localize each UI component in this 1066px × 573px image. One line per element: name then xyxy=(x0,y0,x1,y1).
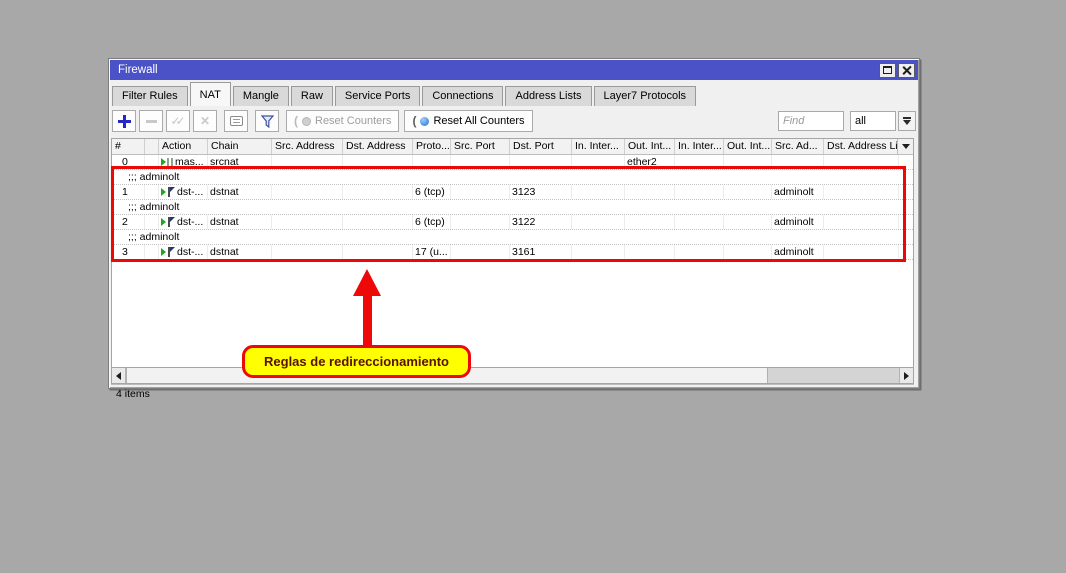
column-header-chain[interactable]: Chain xyxy=(208,139,272,154)
reset-all-counters-ball-icon xyxy=(420,117,429,126)
column-header-dst-address[interactable]: Dst. Address xyxy=(343,139,413,154)
scroll-right-button[interactable] xyxy=(899,368,913,383)
scroll-right-icon xyxy=(904,372,909,380)
window-title: Firewall xyxy=(118,64,877,76)
column-header-src-address[interactable]: Src. Address xyxy=(272,139,343,154)
toolbar: ✓✓ ✕ ( Reset Counters ( Reset All Counte… xyxy=(112,107,916,135)
reset-all-counters-label: Reset All Counters xyxy=(433,115,524,127)
column-header-out-interface-list[interactable]: Out. Int... xyxy=(724,139,772,154)
scroll-left-icon xyxy=(116,372,121,380)
column-header-out-interface[interactable]: Out. Int... xyxy=(625,139,675,154)
tabstrip: Filter Rules NAT Mangle Raw Service Port… xyxy=(112,82,916,106)
maximize-icon xyxy=(883,66,892,74)
tab-address-lists[interactable]: Address Lists xyxy=(505,86,591,106)
reset-all-counters-icon: ( xyxy=(412,114,416,128)
reset-counters-icon: ( xyxy=(294,114,298,128)
annotation-callout: Reglas de redireccionamiento xyxy=(242,345,471,378)
tab-mangle[interactable]: Mangle xyxy=(233,86,289,106)
tab-connections[interactable]: Connections xyxy=(422,86,503,106)
titlebar[interactable]: Firewall xyxy=(110,60,918,80)
minus-icon xyxy=(146,120,157,123)
table-header: # Action Chain Src. Address Dst. Address… xyxy=(112,139,913,155)
reset-all-counters-button[interactable]: ( Reset All Counters xyxy=(404,110,532,132)
filter-dropdown-button[interactable] xyxy=(898,111,916,131)
tab-nat[interactable]: NAT xyxy=(190,82,231,106)
reset-counters-button[interactable]: ( Reset Counters xyxy=(286,110,399,132)
column-header-action[interactable]: Action xyxy=(159,139,208,154)
filter-select[interactable]: all xyxy=(850,111,896,131)
double-check-icon: ✓✓ xyxy=(170,114,185,128)
masquerade-icon xyxy=(161,158,166,166)
column-header-number[interactable]: # xyxy=(112,139,145,154)
comment-button[interactable] xyxy=(224,110,248,132)
column-header-in-interface-list[interactable]: In. Inter... xyxy=(675,139,724,154)
annotation-arrow-shaft xyxy=(363,293,372,350)
cross-icon: ✕ xyxy=(200,114,210,128)
column-header-dst-port[interactable]: Dst. Port xyxy=(510,139,572,154)
column-header-src-address-list[interactable]: Src. Ad... xyxy=(772,139,824,154)
maximize-button[interactable] xyxy=(879,63,896,78)
column-header-protocol[interactable]: Proto... xyxy=(413,139,451,154)
close-icon xyxy=(902,66,911,75)
reset-counters-ball-icon xyxy=(302,117,311,126)
horizontal-scrollbar[interactable] xyxy=(111,368,914,384)
filter-button[interactable] xyxy=(255,110,279,132)
filter-funnel-icon xyxy=(261,115,274,128)
column-header-src-port[interactable]: Src. Port xyxy=(451,139,510,154)
tab-filter-rules[interactable]: Filter Rules xyxy=(112,86,188,106)
dropdown-arrow-icon xyxy=(903,117,911,126)
close-button[interactable] xyxy=(898,63,915,78)
items-count: 4 items xyxy=(116,388,150,400)
scroll-left-button[interactable] xyxy=(112,368,126,383)
enable-button[interactable]: ✓✓ xyxy=(166,110,190,132)
scrollbar-track[interactable] xyxy=(768,368,899,383)
add-button[interactable] xyxy=(112,110,136,132)
column-chooser-button[interactable] xyxy=(897,139,913,154)
disable-button[interactable]: ✕ xyxy=(193,110,217,132)
find-input[interactable] xyxy=(778,111,844,131)
tab-raw[interactable]: Raw xyxy=(291,86,333,106)
tab-service-ports[interactable]: Service Ports xyxy=(335,86,420,106)
annotation-arrow-head xyxy=(353,269,381,296)
column-header-dst-address-list[interactable]: Dst. Address Lis xyxy=(824,139,899,154)
remove-button[interactable] xyxy=(139,110,163,132)
comment-icon xyxy=(230,116,243,126)
column-header-flags[interactable] xyxy=(145,139,159,154)
status-bar: 4 items xyxy=(111,384,914,403)
plus-icon xyxy=(118,115,131,128)
tab-layer7-protocols[interactable]: Layer7 Protocols xyxy=(594,86,697,106)
reset-counters-label: Reset Counters xyxy=(315,115,391,127)
annotation-callout-text: Reglas de redireccionamiento xyxy=(264,354,449,369)
column-header-in-interface[interactable]: In. Inter... xyxy=(572,139,625,154)
toolbar-right-group: all xyxy=(778,111,916,131)
desktop: Firewall Filter Rules NAT Mangle Raw Ser… xyxy=(0,0,1066,573)
annotation-rectangle xyxy=(111,166,906,262)
